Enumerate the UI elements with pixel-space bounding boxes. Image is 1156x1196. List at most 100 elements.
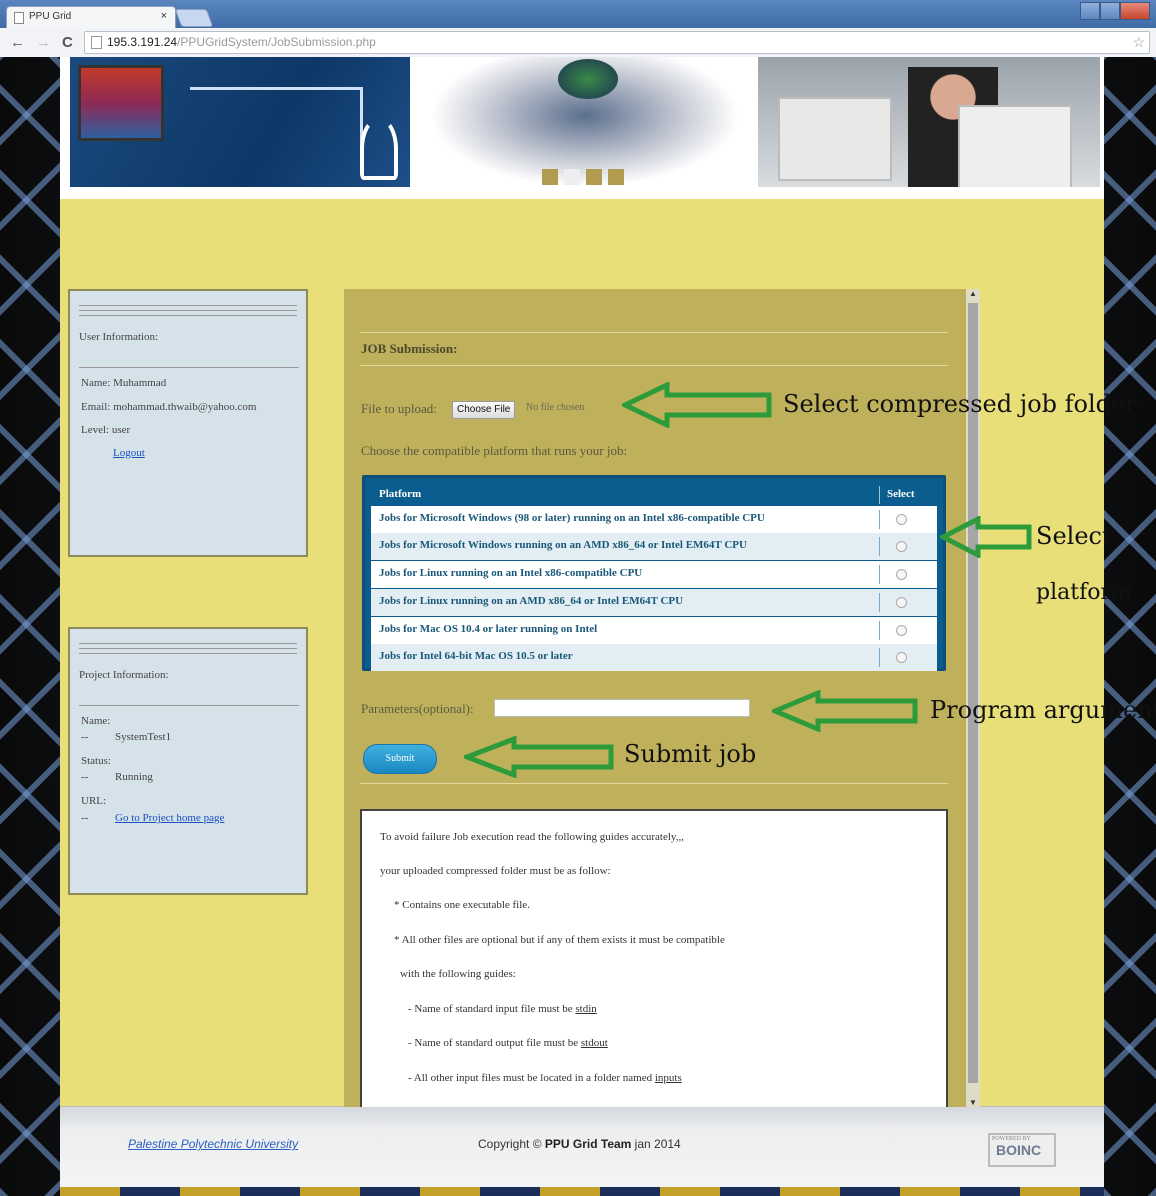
annotation-arrow-icon <box>940 516 1032 558</box>
minimize-button[interactable] <box>1080 2 1100 20</box>
close-window-button[interactable] <box>1119 2 1150 20</box>
list-dash: -- <box>81 731 89 743</box>
parameters-input[interactable] <box>494 699 750 717</box>
table-row[interactable]: Jobs for Mac OS 10.4 or later running on… <box>371 617 937 644</box>
page-icon <box>14 12 24 24</box>
table-row[interactable]: Jobs for Linux running on an Intel x86-c… <box>371 561 937 588</box>
scroll-thumb[interactable] <box>968 303 978 1083</box>
logout-link[interactable]: Logout <box>113 447 145 459</box>
slider-dot[interactable] <box>542 169 558 185</box>
tab-close-icon[interactable]: × <box>161 10 167 22</box>
select-column-header: Select <box>887 488 915 500</box>
copyright-text: Copyright © PPU Grid Team jan 2014 <box>478 1137 681 1151</box>
slider-dot[interactable] <box>608 169 624 185</box>
parameters-label: Parameters(optional): <box>361 701 474 716</box>
annotation-submit-job: Submit job <box>624 740 757 768</box>
maximize-button[interactable] <box>1099 2 1120 20</box>
scroll-down-icon[interactable]: ▼ <box>969 1098 977 1107</box>
project-name-label: Name: <box>81 715 111 727</box>
choose-file-button[interactable]: Choose File <box>452 401 516 419</box>
annotation-select-platform: platform <box>1036 580 1132 605</box>
reload-icon[interactable]: C <box>62 34 73 51</box>
header-banner <box>60 57 1104 199</box>
table-row[interactable]: Jobs for Intel 64-bit Mac OS 10.5 or lat… <box>371 644 937 671</box>
university-link[interactable]: Palestine Polytechnic University <box>128 1137 298 1151</box>
guide-line: your uploaded compressed folder must be … <box>380 865 611 877</box>
guide-line-text: - Name of standard input file must be <box>408 1003 576 1015</box>
back-icon[interactable]: ← <box>10 34 25 51</box>
list-dash: -- <box>81 771 89 783</box>
university-logo-icon <box>360 117 398 180</box>
user-info-title: User Information: <box>79 331 159 343</box>
imac-graphic <box>778 97 892 181</box>
user-email: Email: mohammad.thwaib@yahoo.com <box>81 401 257 413</box>
platform-table: Platform Select Jobs for Microsoft Windo… <box>362 475 946 671</box>
platform-radio[interactable] <box>896 597 907 608</box>
project-info-title: Project Information: <box>79 669 169 681</box>
project-home-link[interactable]: Go to Project home page <box>115 812 224 824</box>
tab-title: PPU Grid <box>29 11 72 22</box>
banner-image-left <box>70 57 410 187</box>
file-upload-label: File to upload: <box>361 401 437 416</box>
forward-icon[interactable]: → <box>36 34 51 51</box>
annotation-arrow-icon <box>772 690 918 732</box>
guide-line-text: - All other input files must be located … <box>408 1072 655 1084</box>
submit-button[interactable]: Submit <box>363 744 437 774</box>
boinc-badge[interactable]: POWERED BY BOINC <box>988 1133 1056 1167</box>
guide-keyword: stdout <box>580 1037 608 1049</box>
list-dash: -- <box>81 812 89 824</box>
imac-graphic <box>958 105 1072 187</box>
platform-radio[interactable] <box>896 652 907 663</box>
platform-radio[interactable] <box>896 625 907 636</box>
platform-radio[interactable] <box>896 569 907 580</box>
url-path: /PPUGridSystem/JobSubmission.php <box>177 35 376 49</box>
guide-line-text: - Name of standard output file must be <box>408 1037 581 1049</box>
guide-keyword: inputs <box>654 1072 682 1084</box>
project-url-label: URL: <box>81 795 107 807</box>
platform-label: Jobs for Mac OS 10.4 or later running on… <box>379 623 598 635</box>
annotation-select-folder: Select compressed job folder <box>783 390 1137 418</box>
monitor-graphic <box>78 65 164 141</box>
banner-image-right <box>758 57 1100 187</box>
url-host: 195.3.191.24 <box>107 35 178 49</box>
no-file-chosen-text: No file chosen <box>526 402 585 413</box>
address-bar[interactable]: 195.3.191.24/PPUGridSystem/JobSubmission… <box>84 31 1150 54</box>
browser-tab[interactable]: PPU Grid × <box>6 6 176 29</box>
user-info-box: User Information: Name: Muhammad Email: … <box>68 289 308 557</box>
guide-line: - All other input files must be located … <box>408 1072 682 1084</box>
job-submission-title: JOB Submission: <box>361 341 458 356</box>
slider-pager <box>542 169 624 185</box>
project-status-label: Status: <box>81 755 111 767</box>
user-name: Name: Muhammad <box>81 377 167 389</box>
guide-line: - Name of standard output file must be s… <box>408 1037 608 1049</box>
circuit-graphic <box>190 87 363 160</box>
globe-graphic <box>558 59 618 99</box>
banner-image-center <box>430 57 740 187</box>
browser-title-bar: PPU Grid × <box>0 0 1156 29</box>
platform-label: Jobs for Microsoft Windows (98 or later)… <box>379 512 765 524</box>
table-row[interactable]: Jobs for Linux running on an AMD x86_64 … <box>371 589 937 616</box>
guide-line: * All other files are optional but if an… <box>394 934 725 946</box>
new-tab-button[interactable] <box>174 9 214 27</box>
platform-label: Jobs for Intel 64-bit Mac OS 10.5 or lat… <box>379 650 573 662</box>
table-row[interactable]: Jobs for Microsoft Windows (98 or later)… <box>371 506 937 533</box>
bookmark-star-icon[interactable]: ☆ <box>1132 32 1145 53</box>
guide-keyword: stdin <box>575 1003 597 1015</box>
annotation-arrow-icon <box>622 382 772 428</box>
window-controls <box>1080 2 1150 20</box>
annotation-program-arguments: Program arguments <box>930 696 1156 724</box>
project-name-value: SystemTest1 <box>115 731 172 743</box>
slider-dot[interactable] <box>564 169 580 185</box>
table-row[interactable]: Jobs for Microsoft Windows running on an… <box>371 533 937 560</box>
scroll-up-icon[interactable]: ▲ <box>969 289 977 298</box>
platform-label: Jobs for Linux running on an AMD x86_64 … <box>379 595 684 607</box>
platform-radio[interactable] <box>896 514 907 525</box>
platform-label: Jobs for Microsoft Windows running on an… <box>379 539 747 551</box>
slider-dot[interactable] <box>586 169 602 185</box>
page-footer: Palestine Polytechnic University Copyrig… <box>60 1106 1104 1187</box>
user-level: Level: user <box>81 424 131 436</box>
platform-radio[interactable] <box>896 541 907 552</box>
guide-line: * Contains one executable file. <box>394 899 530 911</box>
platform-column-header: Platform <box>379 488 422 500</box>
boinc-logo-text: BOINC <box>996 1142 1042 1158</box>
